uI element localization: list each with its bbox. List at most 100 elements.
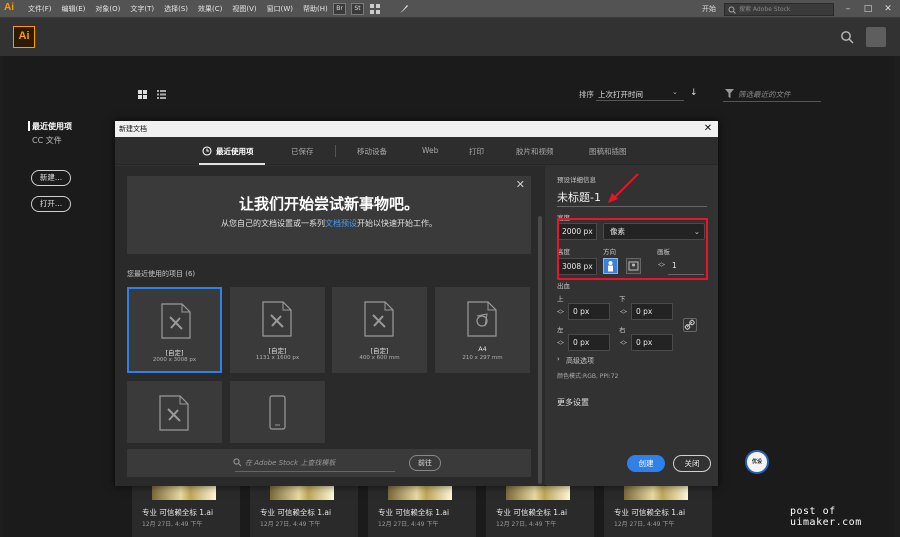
user-avatar[interactable] — [866, 27, 886, 47]
chevron-right-icon[interactable]: › — [557, 355, 560, 363]
file-time: 12月 27日, 4:49 下午 — [142, 521, 203, 528]
recent-file-card[interactable]: 专业 可信赖全标 1.ai 12月 27日, 4:49 下午 — [250, 482, 358, 537]
file-time: 12月 27日, 4:49 下午 — [378, 521, 439, 528]
dialog-close-icon[interactable]: ✕ — [702, 121, 714, 137]
menu-file[interactable]: 文件(F) — [28, 4, 52, 14]
file-thumbnail — [152, 484, 216, 500]
a4-document-icon — [467, 301, 497, 337]
preset-size: 210 x 297 mm — [462, 355, 503, 361]
minimize-button[interactable]: – — [842, 4, 854, 14]
sort-label: 排序 — [579, 90, 594, 99]
list-view-icon[interactable] — [157, 90, 166, 99]
bleed-right-label: 右 — [619, 326, 626, 334]
menu-view[interactable]: 视图(V) — [232, 4, 256, 14]
preset-tile[interactable] — [230, 381, 325, 443]
bleed-bottom-stepper[interactable]: ︿ ﹀ — [620, 306, 627, 319]
file-name: 专业 可信赖全标 1.ai — [142, 508, 214, 517]
bleed-top-label: 上 — [557, 295, 564, 303]
preset-tile[interactable]: [自定] 400 x 600 mm — [332, 287, 427, 373]
tab-mobile[interactable]: 移动设备 — [357, 146, 387, 157]
file-thumbnail — [624, 484, 688, 500]
close-window-button[interactable]: ✕ — [882, 4, 894, 14]
stock-template-search: 在 Adobe Stock 上查找模板 前往 — [127, 449, 531, 477]
link-bleed-button[interactable] — [683, 318, 697, 332]
close-button[interactable]: 关闭 — [673, 455, 711, 472]
menu-edit[interactable]: 编辑(E) — [62, 4, 86, 14]
tab-print[interactable]: 打印 — [469, 146, 484, 157]
sort-dropdown[interactable]: 上次打开时间 — [598, 89, 643, 100]
sort-direction-arrow-icon[interactable]: ↓ — [690, 88, 698, 98]
preset-details-pane: 预设详细信息 未标题-1 宽度 2000 px 像素 ⌄ 高度 3008 px … — [546, 166, 718, 486]
file-time: 12月 27日, 4:49 下午 — [260, 521, 321, 528]
preset-size: 2000 x 3008 px — [152, 357, 197, 363]
stock-search-input[interactable]: 搜索 Adobe Stock — [724, 2, 834, 16]
mobile-device-icon — [269, 395, 286, 430]
banner-close-icon[interactable]: ✕ — [516, 178, 525, 191]
document-name-input[interactable]: 未标题-1 — [557, 189, 601, 205]
illustrator-logo: Ai — [13, 26, 35, 48]
menu-window[interactable]: 窗口(W) — [267, 4, 293, 14]
advanced-options-toggle[interactable]: 高级选项 — [566, 356, 594, 366]
scrollbar-thumb[interactable] — [538, 216, 542, 484]
annotation-arrow-icon — [608, 173, 639, 203]
bleed-right-stepper[interactable]: ︿ ﹀ — [620, 337, 627, 350]
grid-view-icon[interactable] — [138, 90, 147, 99]
preset-details-label: 预设详细信息 — [557, 176, 596, 184]
menu-object[interactable]: 对象(O) — [95, 4, 120, 14]
preset-tile[interactable] — [127, 381, 222, 443]
menu-help[interactable]: 帮助(H) — [303, 4, 328, 14]
tab-art-illustration[interactable]: 图稿和插图 — [589, 146, 627, 157]
stock-button[interactable]: St — [351, 3, 364, 15]
bleed-left-input[interactable]: 0 px — [568, 334, 610, 351]
color-mode-info: 颜色模式:RGB, PPI:72 — [557, 373, 619, 380]
dialog-title: 新建文档 — [115, 121, 718, 137]
recent-items-count: (6) — [185, 270, 196, 278]
sidebar-item-cc-files[interactable]: CC 文件 — [32, 135, 62, 146]
menu-select[interactable]: 选择(S) — [164, 4, 188, 14]
menu-type[interactable]: 文字(T) — [130, 4, 154, 14]
bleed-right-input[interactable]: 0 px — [631, 334, 673, 351]
tab-film-video[interactable]: 胶片和视频 — [516, 146, 554, 157]
bleed-left-stepper[interactable]: ︿ ﹀ — [557, 337, 564, 350]
bleed-bottom-input[interactable]: 0 px — [631, 303, 673, 320]
document-icon — [262, 301, 292, 337]
search-icon[interactable] — [840, 30, 854, 44]
chevron-down-icon[interactable]: ⌄ — [672, 88, 678, 96]
document-icon — [159, 395, 189, 431]
more-settings-button[interactable]: 更多设置 — [557, 397, 589, 408]
bleed-top-stepper[interactable]: ︿ ﹀ — [557, 306, 564, 319]
sidebar-item-recent[interactable]: 最近使用项 — [32, 121, 72, 132]
stock-input-underline — [235, 471, 395, 472]
bridge-button[interactable]: Br — [333, 3, 346, 15]
search-icon — [233, 458, 242, 467]
menu-effect[interactable]: 效果(C) — [198, 4, 222, 14]
arrange-documents-icon[interactable] — [369, 3, 382, 15]
file-name: 专业 可信赖全标 1.ai — [496, 508, 568, 517]
tab-saved[interactable]: 已保存 — [291, 146, 314, 157]
workspace-switcher[interactable]: 开始 — [702, 4, 716, 14]
recent-file-card[interactable]: 专业 可信赖全标 1.ai 12月 27日, 4:49 下午 — [604, 482, 712, 537]
recent-file-card[interactable]: 专业 可信赖全标 1.ai 12月 27日, 4:49 下午 — [132, 482, 240, 537]
filter-recent-input[interactable]: 筛选最近的文件 — [738, 89, 791, 100]
open-button[interactable]: 打开... — [31, 196, 71, 212]
clock-icon — [202, 146, 212, 156]
gpu-rocket-icon[interactable] — [398, 3, 410, 15]
tab-web[interactable]: Web — [422, 146, 438, 155]
create-button[interactable]: 创建 — [627, 455, 665, 472]
preset-size: 400 x 600 mm — [359, 355, 400, 361]
document-presets-link[interactable]: 文档预设 — [325, 219, 357, 228]
new-button[interactable]: 新建... — [31, 170, 71, 186]
recent-file-card[interactable]: 专业 可信赖全标 1.ai 12月 27日, 4:49 下午 — [368, 482, 476, 537]
chain-link-icon — [684, 319, 695, 330]
recent-file-card[interactable]: 专业 可信赖全标 1.ai 12月 27日, 4:49 下午 — [486, 482, 594, 537]
stock-template-input[interactable]: 在 Adobe Stock 上查找模板 — [245, 458, 335, 468]
tab-recent[interactable]: 最近使用项 — [216, 146, 254, 157]
stock-go-button[interactable]: 前往 — [409, 455, 441, 471]
preset-tile[interactable]: [自定] 2000 x 3008 px — [127, 287, 222, 373]
preset-tile[interactable]: A4 210 x 297 mm — [435, 287, 530, 373]
filter-underline — [723, 101, 821, 102]
maximize-button[interactable]: □ — [862, 4, 874, 14]
preset-tile[interactable]: [自定] 1131 x 1600 px — [230, 287, 325, 373]
app-header: Ai — [0, 18, 900, 56]
bleed-top-input[interactable]: 0 px — [568, 303, 610, 320]
